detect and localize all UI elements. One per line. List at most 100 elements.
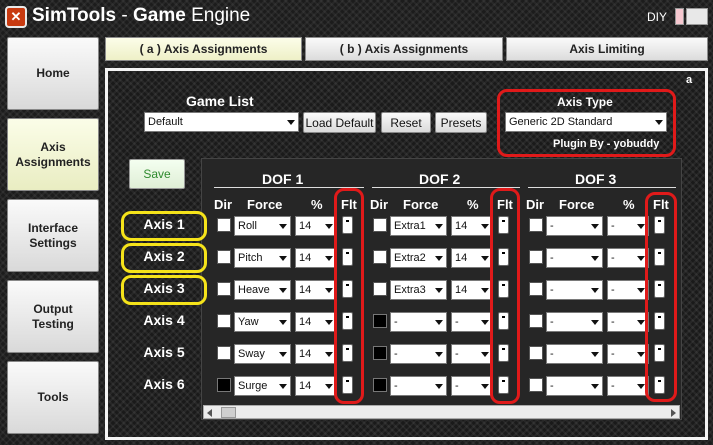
dof2-pct-select[interactable]: - (451, 312, 493, 332)
dof2-pct-value: - (455, 316, 459, 328)
scroll-left-icon[interactable] (207, 409, 212, 417)
dof2-dir-checkbox[interactable] (373, 218, 387, 232)
dof3-dir-checkbox[interactable] (529, 346, 543, 360)
dof3-pct-select[interactable]: - (607, 248, 649, 268)
dof3-force-header: Force (559, 197, 595, 212)
dof3-pct-select[interactable]: - (607, 280, 649, 300)
dof2-dir-header: Dir (370, 197, 389, 212)
dof3-pct-select[interactable]: - (607, 376, 649, 396)
scroll-thumb[interactable] (221, 407, 236, 418)
horizontal-scrollbar[interactable] (203, 405, 680, 419)
dof2-force-select[interactable]: Extra1 (390, 216, 447, 236)
dof1-force-select[interactable]: Yaw (234, 312, 291, 332)
load-default-button[interactable]: Load Default (303, 112, 376, 133)
dof3-dir-checkbox[interactable] (529, 218, 543, 232)
dof1-force-select[interactable]: Sway (234, 344, 291, 364)
tab-a-axis-assignments[interactable]: ( a ) Axis Assignments (105, 37, 302, 61)
dof2-force-select[interactable]: Extra3 (390, 280, 447, 300)
dof1-dir-checkbox[interactable] (217, 378, 231, 392)
game-list-label: Game List (186, 93, 254, 109)
game-list-select[interactable]: Default (144, 112, 299, 132)
chevron-down-icon (591, 224, 599, 229)
dof2-pct-select[interactable]: - (451, 344, 493, 364)
dof1-pct-value: 14 (299, 316, 312, 328)
dof2-force-value: Extra1 (394, 220, 426, 232)
dof1-header: DOF 1 (262, 171, 304, 187)
dof1-pct-select[interactable]: 14 (295, 280, 337, 300)
dof3-header: DOF 3 (575, 171, 617, 187)
dof3-dir-checkbox[interactable] (529, 250, 543, 264)
dof1-dir-checkbox[interactable] (217, 218, 231, 232)
dof3-force-select[interactable]: - (546, 344, 603, 364)
dof3-pct-select[interactable]: - (607, 312, 649, 332)
dof1-force-value: Pitch (238, 252, 263, 264)
dof3-pct-select[interactable]: - (607, 344, 649, 364)
dof3-pct-select[interactable]: - (607, 216, 649, 236)
dof1-dir-checkbox[interactable] (217, 282, 231, 296)
dof1-force-select[interactable]: Heave (234, 280, 291, 300)
dof2-dir-checkbox[interactable] (373, 250, 387, 264)
dof1-pct-select[interactable]: 14 (295, 248, 337, 268)
chevron-down-icon (591, 320, 599, 325)
dof3-pct-header: % (623, 197, 635, 212)
dof2-pct-select[interactable]: - (451, 376, 493, 396)
dof2-pct-value: 14 (455, 252, 468, 264)
diy-indicator[interactable] (675, 8, 684, 25)
dof2-force-select[interactable]: - (390, 376, 447, 396)
dof1-pct-select[interactable]: 14 (295, 344, 337, 364)
dof2-force-select[interactable]: - (390, 312, 447, 332)
dof1-dir-checkbox[interactable] (217, 314, 231, 328)
dof1-force-value: Sway (238, 348, 265, 360)
dof2-pct-header: % (467, 197, 479, 212)
dof2-dir-checkbox[interactable] (373, 282, 387, 296)
dof2-dir-checkbox[interactable] (373, 346, 387, 360)
nav-output-testing-button[interactable]: Output Testing (7, 280, 99, 353)
dof2-pct-select[interactable]: 14 (451, 248, 493, 268)
dof2-force-select[interactable]: - (390, 344, 447, 364)
dof1-force-select[interactable]: Pitch (234, 248, 291, 268)
axis-type-highlight (497, 89, 676, 157)
nav-interface-settings-button[interactable]: Interface Settings (7, 199, 99, 272)
dof3-force-select[interactable]: - (546, 280, 603, 300)
dof1-dir-checkbox[interactable] (217, 346, 231, 360)
reset-button[interactable]: Reset (381, 112, 431, 133)
dof3-force-select[interactable]: - (546, 216, 603, 236)
dof2-force-select[interactable]: Extra2 (390, 248, 447, 268)
nav-axis-assignments-button[interactable]: Axis Assignments (7, 118, 99, 191)
dof2-pct-value: - (455, 380, 459, 392)
dof2-dir-checkbox[interactable] (373, 378, 387, 392)
dof3-force-select[interactable]: - (546, 376, 603, 396)
window-control[interactable] (686, 8, 708, 25)
chevron-down-icon (435, 320, 443, 325)
scroll-right-icon[interactable] (671, 409, 676, 417)
dof3-dir-checkbox[interactable] (529, 378, 543, 392)
presets-button[interactable]: Presets (435, 112, 487, 133)
dof3-dir-checkbox[interactable] (529, 314, 543, 328)
save-button[interactable]: Save (129, 159, 185, 189)
dof3-pct-value: - (611, 220, 615, 232)
dof1-force-value: Surge (238, 380, 268, 392)
dof1-pct-select[interactable]: 14 (295, 216, 337, 236)
dof1-pct-select[interactable]: 14 (295, 312, 337, 332)
dof2-dir-checkbox[interactable] (373, 314, 387, 328)
dof1-pct-select[interactable]: 14 (295, 376, 337, 396)
chevron-down-icon (481, 256, 489, 261)
axis-5-label: Axis 5 (143, 344, 185, 360)
tab-b-axis-assignments[interactable]: ( b ) Axis Assignments (305, 37, 503, 61)
dof1-force-select[interactable]: Surge (234, 376, 291, 396)
dof3-dir-checkbox[interactable] (529, 282, 543, 296)
dof1-dir-checkbox[interactable] (217, 250, 231, 264)
nav-home-button[interactable]: Home (7, 37, 99, 110)
dof1-pct-value: 14 (299, 380, 312, 392)
tab-axis-limiting[interactable]: Axis Limiting (506, 37, 708, 61)
dof2-pct-select[interactable]: 14 (451, 216, 493, 236)
nav-tools-button[interactable]: Tools (7, 361, 99, 434)
title-separator: - (116, 5, 133, 26)
dof2-pct-select[interactable]: 14 (451, 280, 493, 300)
dof3-force-select[interactable]: - (546, 312, 603, 332)
dof2-pct-value: - (455, 348, 459, 360)
dof1-force-value: Heave (238, 284, 270, 296)
dof1-force-select[interactable]: Roll (234, 216, 291, 236)
chevron-down-icon (637, 256, 645, 261)
dof3-force-select[interactable]: - (546, 248, 603, 268)
